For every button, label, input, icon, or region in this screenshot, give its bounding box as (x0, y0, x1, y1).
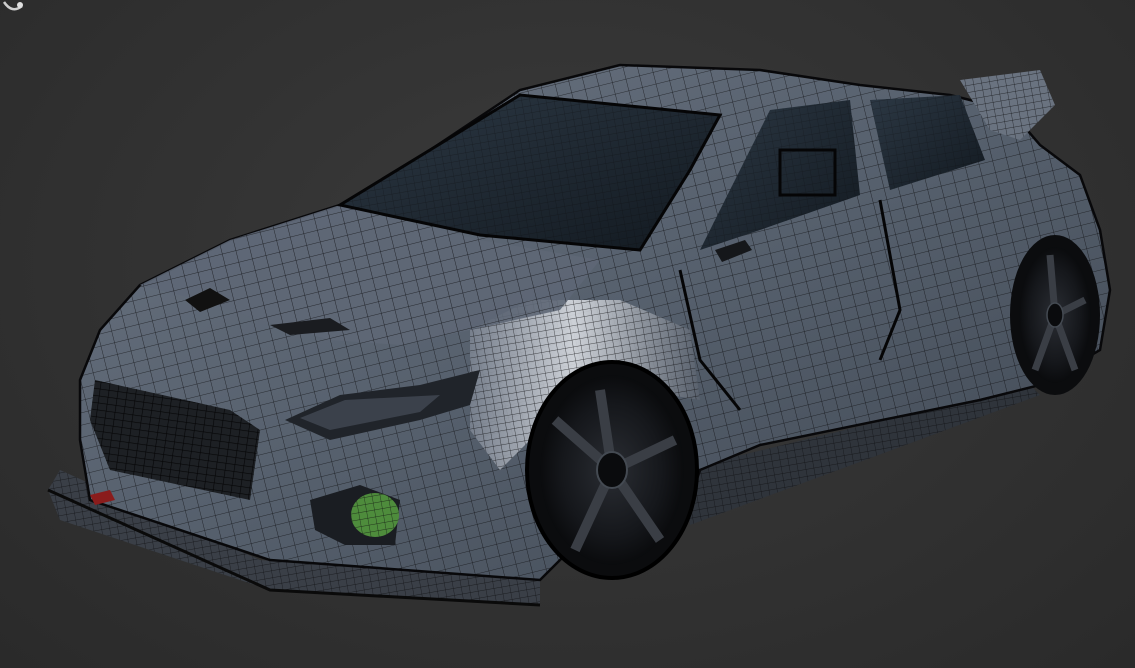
rear-wheel (1010, 235, 1100, 395)
3d-viewport[interactable] (0, 0, 1135, 668)
front-wheel (525, 360, 699, 580)
view-gizmo-icon[interactable] (0, 0, 24, 16)
wireframe-car-model[interactable] (0, 0, 1135, 668)
